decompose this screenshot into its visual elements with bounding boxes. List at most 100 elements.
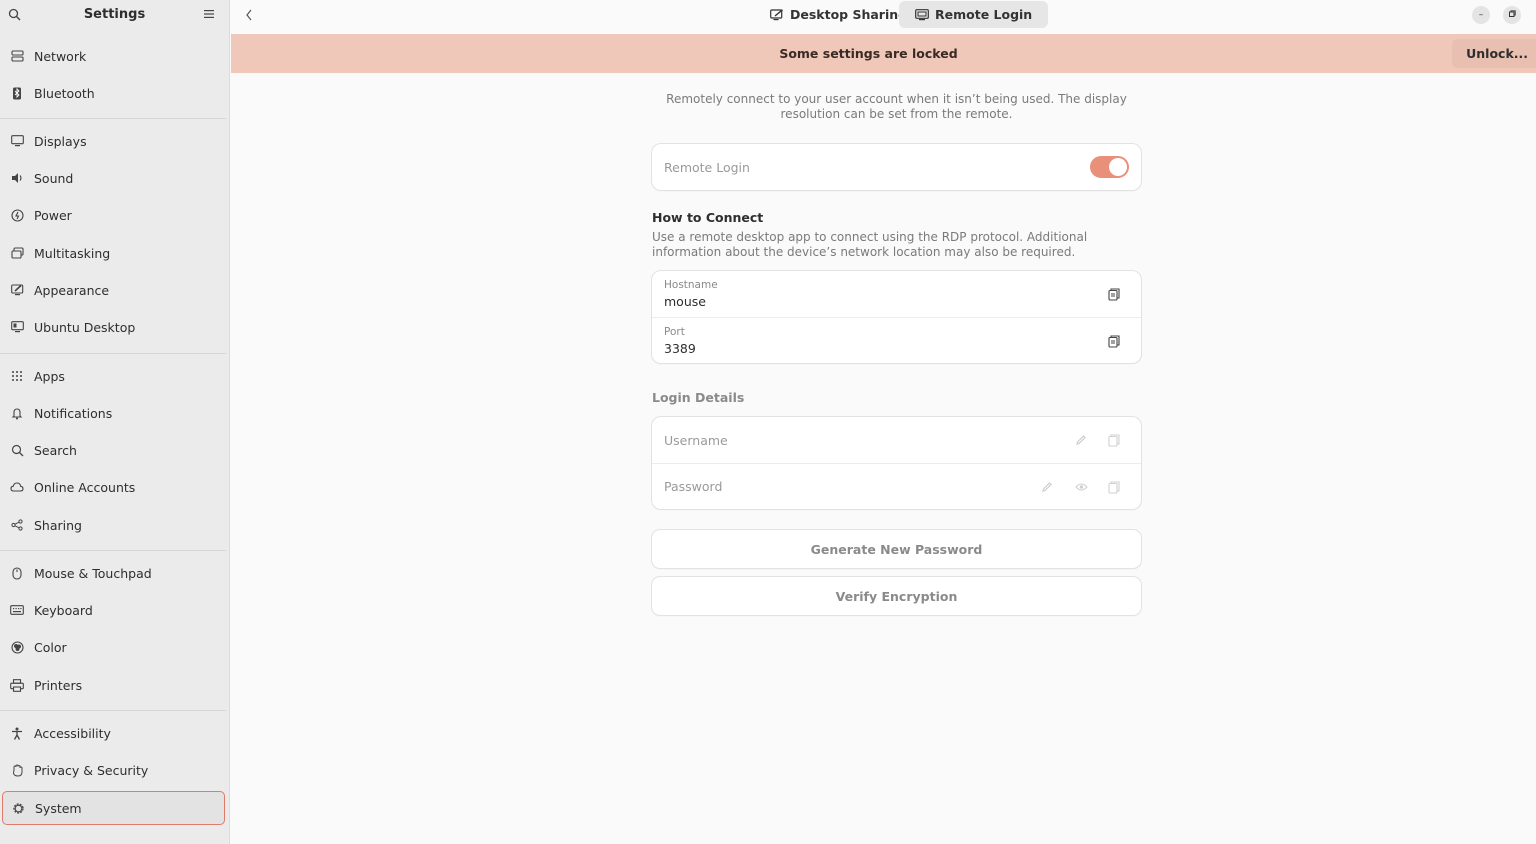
- sidebar-item-label: Ubuntu Desktop: [34, 319, 136, 335]
- sidebar-item-ubuntu-desktop[interactable]: Ubuntu Desktop: [2, 310, 225, 344]
- username-row: Username: [652, 417, 1141, 463]
- copy-icon[interactable]: [1106, 286, 1122, 302]
- appearance-icon: [10, 283, 24, 297]
- share-icon: [10, 518, 24, 532]
- remote-login-icon: [915, 8, 929, 21]
- sidebar-item-label: Accessibility: [34, 725, 111, 741]
- sidebar-item-label: Color: [34, 639, 67, 655]
- copy-icon[interactable]: [1106, 333, 1122, 349]
- tab-label: Remote Login: [935, 7, 1033, 22]
- power-icon: [10, 208, 24, 222]
- bluetooth-icon: [10, 86, 24, 100]
- hostname-value: mouse: [664, 294, 706, 309]
- sidebar-item-sharing[interactable]: Sharing: [2, 508, 225, 542]
- sidebar-item-system[interactable]: System: [2, 791, 225, 825]
- hostname-row: Hostname mouse: [652, 271, 1141, 317]
- tab-desktop-sharing[interactable]: Desktop Sharing: [754, 1, 923, 28]
- sidebar-item-label: System: [35, 800, 82, 816]
- remote-login-toggle[interactable]: [1090, 156, 1129, 178]
- sidebar-item-label: Notifications: [34, 405, 113, 421]
- sidebar-item-keyboard[interactable]: Keyboard: [2, 593, 225, 627]
- locked-banner: Some settings are locked Unlock...: [231, 34, 1536, 73]
- sidebar-item-bluetooth[interactable]: Bluetooth: [2, 76, 225, 110]
- multitasking-icon: [10, 246, 24, 260]
- accessibility-icon: [10, 726, 24, 740]
- port-value: 3389: [664, 340, 696, 356]
- login-details-card: Username Password: [652, 417, 1141, 509]
- sidebar-divider: [0, 353, 226, 354]
- tab-label: Desktop Sharing: [790, 7, 908, 22]
- network-icon: [10, 49, 24, 63]
- maximize-button[interactable]: [1503, 6, 1521, 24]
- verify-encryption-button[interactable]: Verify Encryption: [652, 577, 1141, 615]
- desktop-sharing-icon: [770, 8, 784, 21]
- header-bar: Desktop Sharing Remote Login –: [231, 0, 1536, 34]
- how-to-connect-description: Use a remote desktop app to connect usin…: [652, 230, 1088, 259]
- unlock-button[interactable]: Unlock...: [1452, 39, 1536, 68]
- connection-info-card: Hostname mouse Port 3389: [652, 271, 1141, 363]
- sidebar-header: Settings: [0, 0, 229, 29]
- remote-login-card: Remote Login: [652, 144, 1141, 190]
- copy-icon[interactable]: [1106, 432, 1122, 448]
- copy-icon[interactable]: [1106, 479, 1122, 495]
- sidebar-divider: [0, 118, 226, 119]
- eye-icon[interactable]: [1073, 479, 1089, 495]
- apps-grid-icon: [10, 369, 24, 383]
- sidebar-item-label: Apps: [34, 368, 65, 384]
- remote-login-description: Remotely connect to your user account wh…: [666, 92, 1127, 121]
- sidebar-item-label: Multitasking: [34, 245, 111, 261]
- hostname-label: Hostname: [664, 279, 718, 291]
- sidebar-item-label: Appearance: [34, 282, 110, 298]
- sidebar-item-label: Online Accounts: [34, 479, 136, 495]
- sidebar-item-search[interactable]: Search: [2, 433, 225, 467]
- sidebar-item-apps[interactable]: Apps: [2, 359, 225, 393]
- sidebar-item-appearance[interactable]: Appearance: [2, 273, 225, 307]
- sidebar-item-label: Keyboard: [34, 602, 93, 618]
- login-details-title: Login Details: [652, 390, 745, 405]
- remote-login-row: Remote Login: [652, 144, 1141, 190]
- sidebar-item-power[interactable]: Power: [2, 198, 225, 232]
- sidebar-item-label: Privacy & Security: [34, 762, 149, 778]
- hamburger-menu-icon[interactable]: [201, 6, 217, 22]
- password-row: Password: [652, 463, 1141, 509]
- sidebar-item-online-accounts[interactable]: Online Accounts: [2, 470, 225, 504]
- sidebar-item-multitasking[interactable]: Multitasking: [2, 236, 225, 270]
- color-icon: [10, 640, 24, 654]
- password-label: Password: [664, 479, 723, 494]
- sidebar-item-displays[interactable]: Displays: [2, 124, 225, 158]
- minimize-button[interactable]: –: [1472, 6, 1490, 24]
- minimize-icon: –: [1478, 10, 1484, 20]
- banner-text: Some settings are locked: [779, 46, 958, 61]
- cloud-icon: [10, 480, 24, 494]
- username-label: Username: [664, 432, 728, 448]
- sidebar-item-label: Network: [34, 48, 87, 64]
- sidebar-item-printers[interactable]: Printers: [2, 668, 225, 702]
- sidebar-item-label: Displays: [34, 133, 87, 149]
- remote-login-label: Remote Login: [664, 159, 750, 175]
- port-label: Port: [664, 325, 685, 338]
- sidebar-item-label: Sharing: [34, 517, 82, 533]
- sidebar-item-label: Search: [34, 442, 77, 458]
- sidebar-item-mouse-touchpad[interactable]: Mouse & Touchpad: [2, 556, 225, 590]
- sidebar-item-network[interactable]: Network: [2, 39, 225, 73]
- back-chevron-icon[interactable]: [241, 6, 257, 24]
- generate-new-password-button[interactable]: Generate New Password: [652, 530, 1141, 568]
- edit-pencil-icon[interactable]: [1073, 432, 1089, 448]
- sidebar-item-label: Bluetooth: [34, 85, 95, 101]
- search-icon[interactable]: [6, 6, 22, 22]
- sidebar-item-label: Printers: [34, 677, 83, 693]
- sidebar-item-privacy-security[interactable]: Privacy & Security: [2, 753, 225, 787]
- sidebar-item-sound[interactable]: Sound: [2, 161, 225, 195]
- sidebar-item-notifications[interactable]: Notifications: [2, 396, 225, 430]
- sidebar-divider: [0, 710, 226, 711]
- edit-pencil-icon[interactable]: [1039, 479, 1055, 495]
- sidebar-item-color[interactable]: Color: [2, 630, 225, 664]
- display-icon: [10, 134, 24, 148]
- sidebar-item-label: Mouse & Touchpad: [34, 565, 152, 581]
- bell-icon: [10, 406, 24, 420]
- sidebar-item-accessibility[interactable]: Accessibility: [2, 716, 225, 750]
- how-to-connect-title: How to Connect: [652, 210, 764, 225]
- tab-remote-login[interactable]: Remote Login: [899, 1, 1049, 28]
- sidebar-item-label: Sound: [34, 170, 74, 186]
- restore-icon: [1508, 9, 1516, 21]
